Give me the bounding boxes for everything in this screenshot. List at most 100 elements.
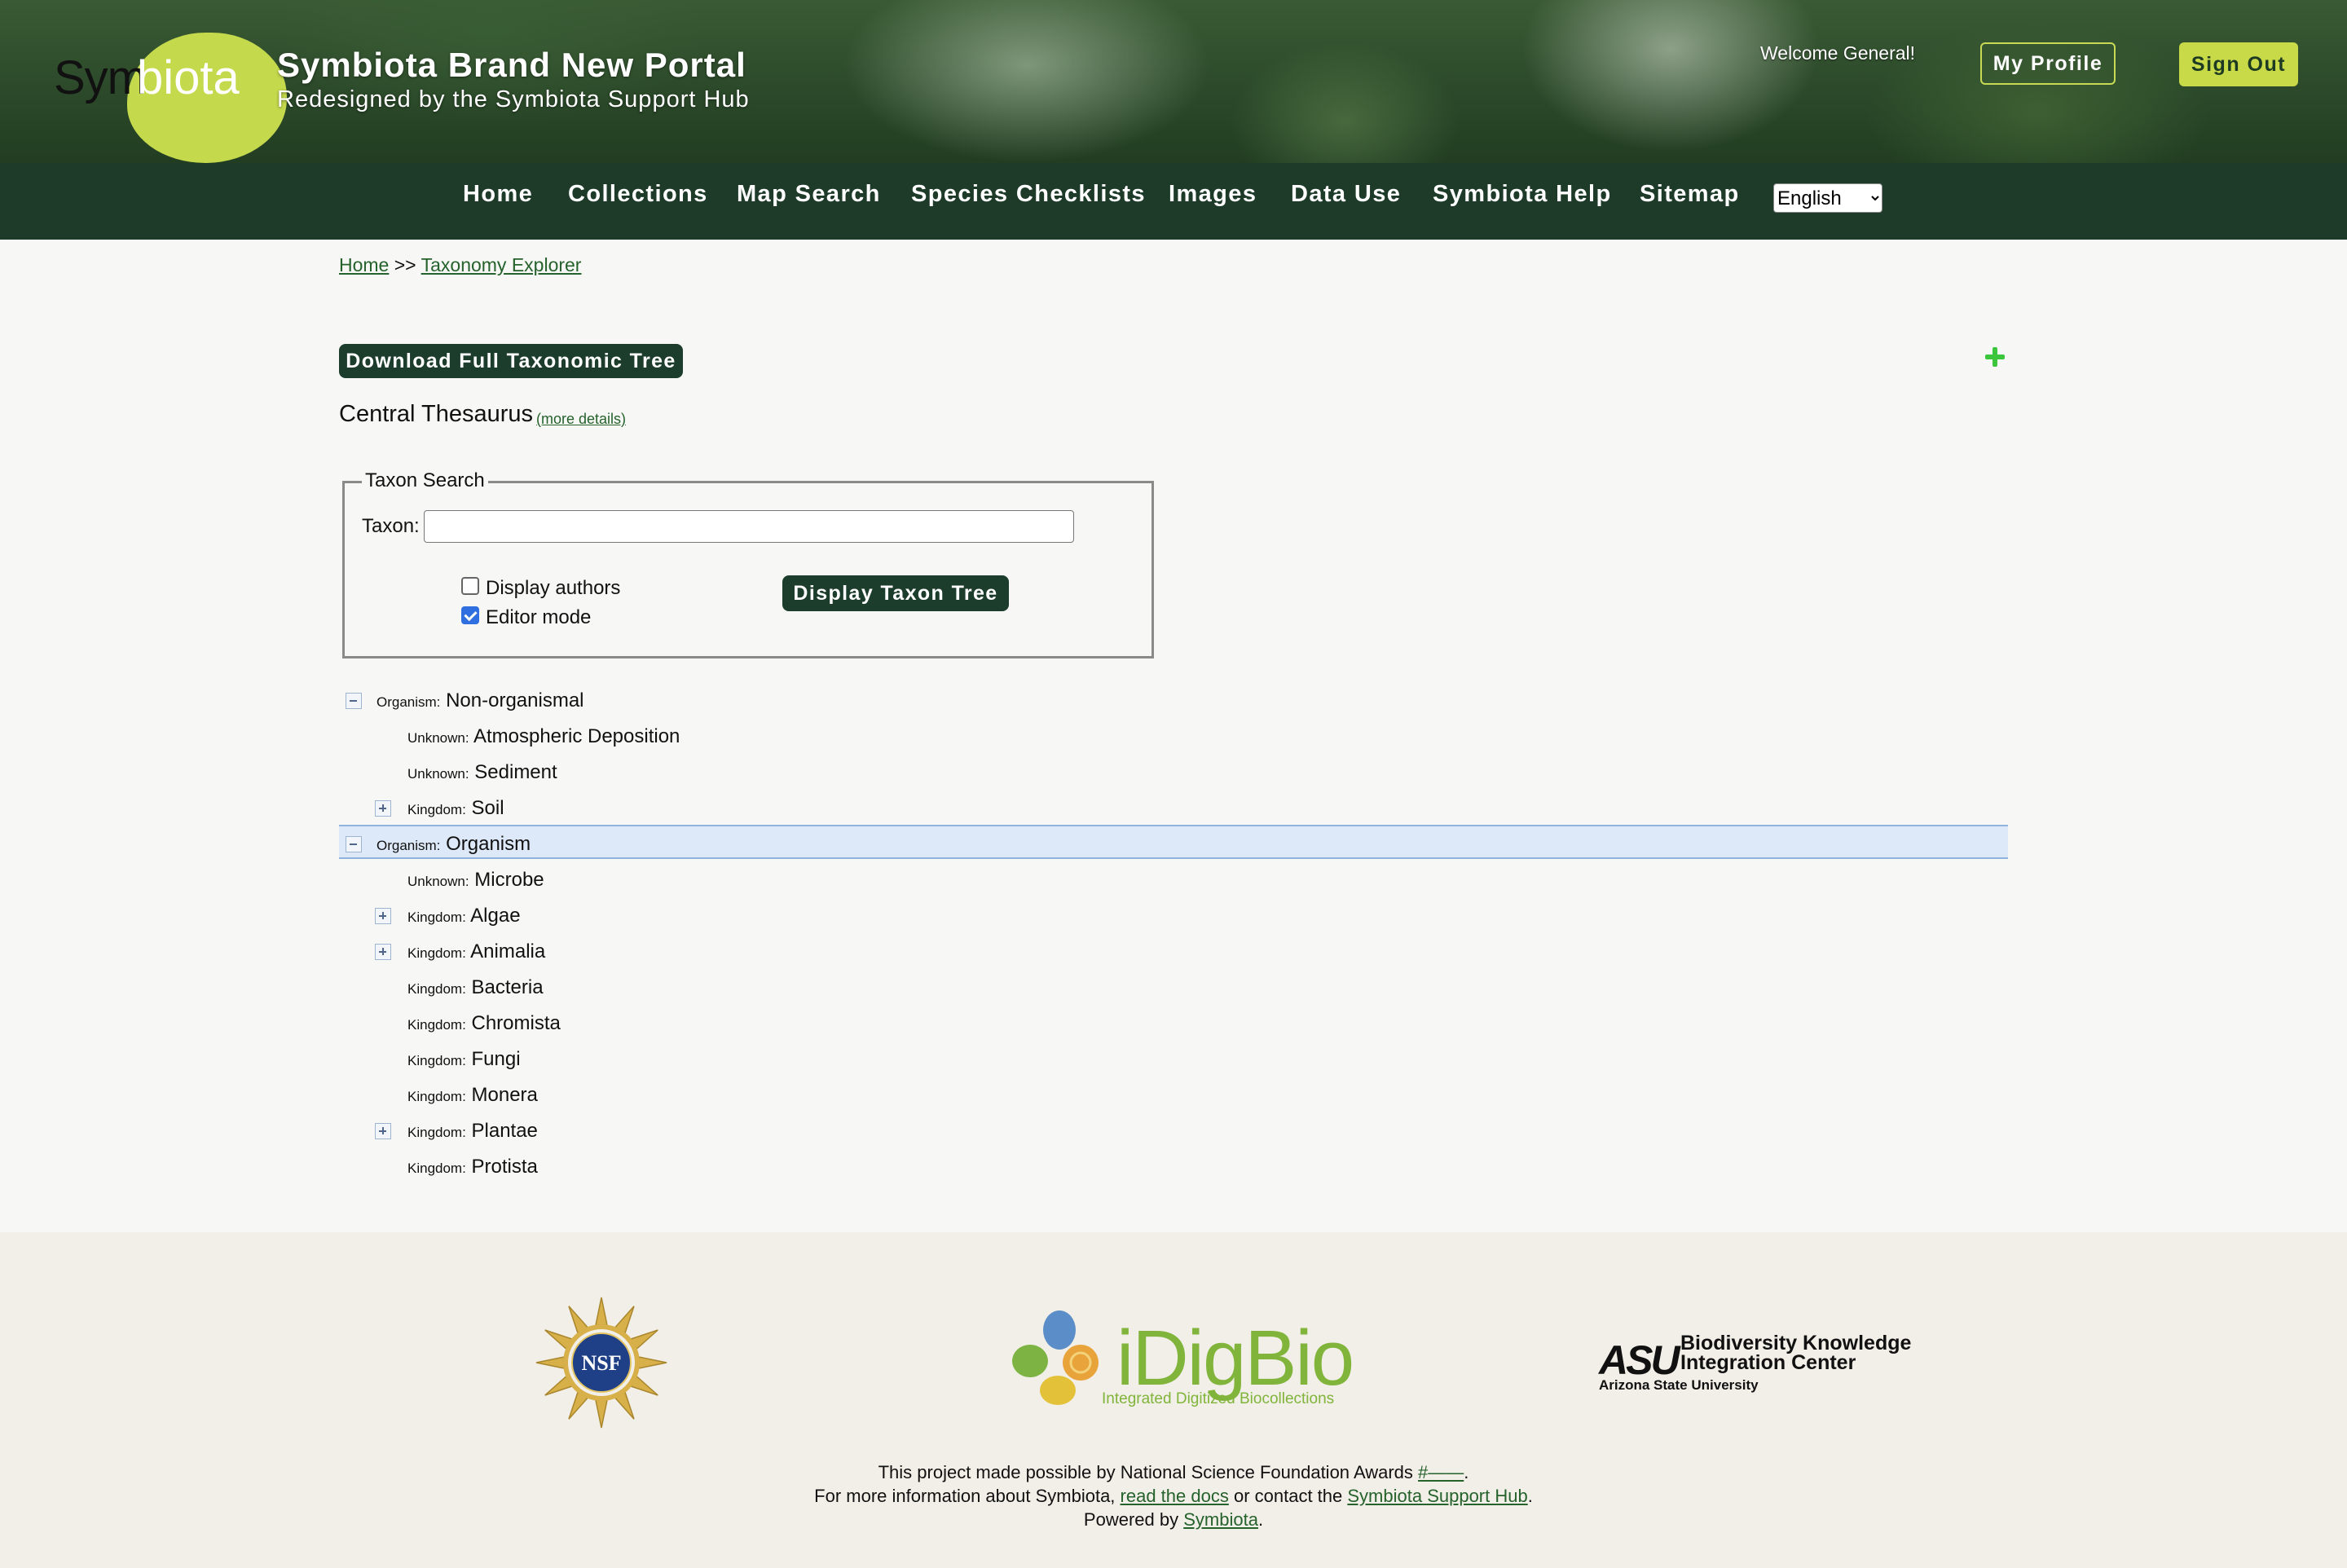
logo-text-biota: biota: [137, 51, 240, 104]
tree-node-rank: Unknown:: [407, 766, 469, 782]
tree-node-name[interactable]: Microbe: [474, 869, 544, 891]
tree-node-rank: Kingdom:: [407, 1125, 466, 1140]
symbiota-link[interactable]: Symbiota: [1183, 1509, 1258, 1530]
tree-node-name[interactable]: Bacteria: [472, 976, 544, 998]
tree-node: Unknown: Microbe: [407, 869, 544, 892]
nsf-award-link[interactable]: #——: [1418, 1462, 1464, 1482]
tree-node-name[interactable]: Organism: [446, 833, 531, 855]
tree-node: Unknown: Sediment: [407, 761, 557, 784]
more-details-link[interactable]: (more details): [536, 411, 626, 428]
tree-node: Kingdom: Monera: [407, 1084, 538, 1107]
tree-node-name[interactable]: Non-organismal: [446, 689, 583, 711]
tree-node-name[interactable]: Atmospheric Deposition: [473, 725, 680, 747]
tree-node-name[interactable]: Animalia: [470, 940, 545, 962]
tree-node: Kingdom: Algae: [407, 905, 521, 927]
breadcrumb-home-link[interactable]: Home: [339, 254, 389, 275]
tree-node-rank: Kingdom:: [407, 945, 466, 961]
tree-node: Kingdom: Protista: [407, 1156, 538, 1178]
tree-node-name[interactable]: Chromista: [472, 1012, 561, 1034]
tree-node-rank: Kingdom:: [407, 1089, 466, 1104]
tree-node-name[interactable]: Soil: [472, 797, 504, 819]
tree-node: Kingdom: Animalia: [407, 940, 545, 963]
tree-node-rank: Organism:: [376, 838, 441, 853]
nsf-logo[interactable]: NSF: [535, 1296, 668, 1429]
tree-node-name[interactable]: Protista: [472, 1156, 538, 1178]
tree-node: Kingdom: Soil: [407, 797, 504, 820]
taxon-search-input[interactable]: [424, 510, 1074, 543]
nav-item-map-search[interactable]: Map Search: [737, 181, 881, 208]
tree-node-rank: Kingdom:: [407, 802, 466, 817]
tree-node-name[interactable]: Monera: [472, 1084, 538, 1106]
tree-node-name[interactable]: Sediment: [474, 761, 557, 783]
nav-item-sitemap[interactable]: Sitemap: [1640, 181, 1740, 208]
nav-item-collections[interactable]: Collections: [568, 181, 708, 208]
support-hub-link[interactable]: Symbiota Support Hub: [1347, 1486, 1527, 1506]
tree-node-rank: Kingdom:: [407, 910, 466, 925]
footer-info-middle: or contact the: [1228, 1486, 1348, 1506]
idigbio-logo-subtitle: Integrated Digitized Biocollections: [1102, 1390, 1335, 1407]
tree-node: Kingdom: Fungi: [407, 1048, 521, 1071]
expand-node-icon[interactable]: [375, 1123, 391, 1139]
nav-item-data-use[interactable]: Data Use: [1291, 181, 1401, 208]
breadcrumb-separator: >>: [394, 254, 416, 275]
welcome-message: Welcome General!: [1760, 42, 1916, 64]
language-select[interactable]: English: [1773, 183, 1882, 213]
footer-info-end: .: [1527, 1486, 1533, 1506]
display-authors-checkbox[interactable]: [461, 577, 479, 595]
asu-logo-subtitle: Arizona State University: [1599, 1377, 1759, 1393]
asu-logo-title: Biodiversity Knowledge Integration Cente…: [1680, 1333, 1911, 1374]
tree-node-rank: Kingdom:: [407, 1017, 466, 1033]
site-title: Symbiota Brand New Portal: [277, 46, 746, 84]
tree-node-rank: Organism:: [376, 694, 441, 710]
nav-item-species-checklists[interactable]: Species Checklists: [911, 181, 1146, 208]
download-taxonomic-tree-button[interactable]: Download Full Taxonomic Tree: [339, 344, 683, 378]
tree-node-rank: Unknown:: [407, 730, 469, 746]
nav-item-home[interactable]: Home: [463, 181, 533, 208]
expand-node-icon[interactable]: [375, 800, 391, 817]
tree-node: Unknown: Atmospheric Deposition: [407, 725, 680, 748]
footer-funding-line: This project made possible by National S…: [0, 1462, 2347, 1483]
symbiota-logo[interactable]: Sym biota: [51, 33, 287, 167]
nav-item-symbiota-help[interactable]: Symbiota Help: [1433, 181, 1612, 208]
tree-node-name[interactable]: Plantae: [472, 1120, 538, 1142]
tree-node-rank: Kingdom:: [407, 1053, 466, 1068]
tree-node-name[interactable]: Fungi: [472, 1048, 521, 1070]
logo-text-sym: Sym: [54, 51, 147, 104]
footer-powered-line: Powered by Symbiota.: [0, 1509, 2347, 1531]
display-taxon-tree-button[interactable]: Display Taxon Tree: [782, 575, 1009, 611]
tree-node: Organism: Organism: [376, 833, 531, 856]
taxon-search-legend: Taxon Search: [362, 469, 488, 492]
read-the-docs-link[interactable]: read the docs: [1121, 1486, 1229, 1506]
site-subtitle: Redesigned by the Symbiota Support Hub: [277, 86, 750, 112]
nsf-logo-text: NSF: [581, 1351, 621, 1375]
tree-node-rank: Kingdom:: [407, 981, 466, 997]
footer-funding-end: .: [1464, 1462, 1469, 1482]
breadcrumb-current-link[interactable]: Taxonomy Explorer: [421, 254, 582, 275]
taxon-field-label: Taxon:: [362, 515, 420, 537]
breadcrumb: Home >> Taxonomy Explorer: [339, 254, 581, 276]
tree-node-name[interactable]: Algae: [470, 905, 520, 927]
expand-node-icon[interactable]: [375, 908, 391, 924]
taxon-search-fieldset: [342, 481, 1154, 658]
selected-tree-row-highlight: [339, 825, 2008, 859]
footer-info-line: For more information about Symbiota, rea…: [0, 1486, 2347, 1507]
asu-title-line2: Integration Center: [1680, 1351, 1856, 1374]
tree-node: Kingdom: Plantae: [407, 1120, 538, 1143]
display-authors-label: Display authors: [486, 577, 621, 599]
sign-out-button[interactable]: Sign Out: [2179, 42, 2298, 86]
footer-funding-text: This project made possible by National S…: [878, 1462, 1419, 1482]
tree-node-rank: Kingdom:: [407, 1161, 466, 1176]
add-taxon-plus-icon[interactable]: [1984, 346, 2006, 368]
editor-mode-checkbox[interactable]: [461, 606, 479, 624]
collapse-node-icon[interactable]: [346, 693, 362, 709]
collapse-node-icon[interactable]: [346, 836, 362, 852]
thesaurus-title: Central Thesaurus: [339, 401, 534, 427]
footer-powered-end: .: [1257, 1509, 1264, 1530]
my-profile-button[interactable]: My Profile: [1980, 42, 2116, 85]
expand-node-icon[interactable]: [375, 944, 391, 960]
footer-info-text: For more information about Symbiota,: [814, 1486, 1121, 1506]
nav-item-images[interactable]: Images: [1169, 181, 1257, 208]
footer-powered-text: Powered by: [1083, 1509, 1184, 1530]
tree-node: Kingdom: Chromista: [407, 1012, 561, 1035]
tree-node: Kingdom: Bacteria: [407, 976, 544, 999]
